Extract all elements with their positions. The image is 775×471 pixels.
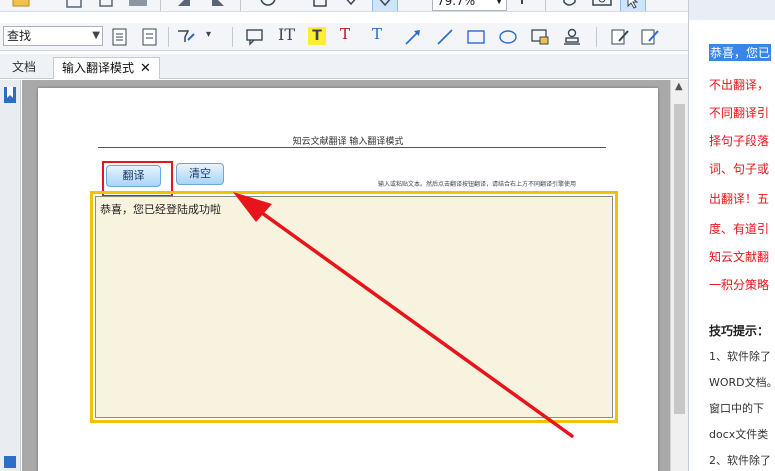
- app-window: ▾ 79.7% ▼ 查找: [0, 0, 775, 471]
- result-line: 度、有道引: [709, 222, 770, 236]
- tip-line: 1、软件除了: [709, 350, 771, 363]
- result-line: 出翻译！五: [709, 192, 770, 206]
- tip-line: WORD文档。: [709, 376, 775, 389]
- result-line: 择句子段落: [709, 134, 770, 148]
- result-line: 恭喜，您已: [709, 44, 772, 61]
- result-line: 不同翻译引: [709, 106, 770, 120]
- red-arrow-annotation: [233, 192, 574, 438]
- translation-result-panel: 恭喜，您已 不出翻译， 不同翻译引 择句子段落 词、句子或 出翻译！五 度、有道…: [688, 0, 775, 471]
- tip-line: 2、软件除了: [709, 454, 771, 467]
- result-line: 不出翻译，: [709, 78, 770, 92]
- tips-heading: 技巧提示：: [709, 324, 770, 338]
- result-line: 词、句子或: [709, 162, 770, 176]
- tip-line: 窗口中的下: [709, 402, 764, 415]
- result-line: 知云文献翻: [709, 250, 770, 264]
- panel-header: [689, 0, 775, 20]
- tip-line: docx文件类: [709, 428, 769, 441]
- result-line: 一积分策略: [709, 278, 770, 292]
